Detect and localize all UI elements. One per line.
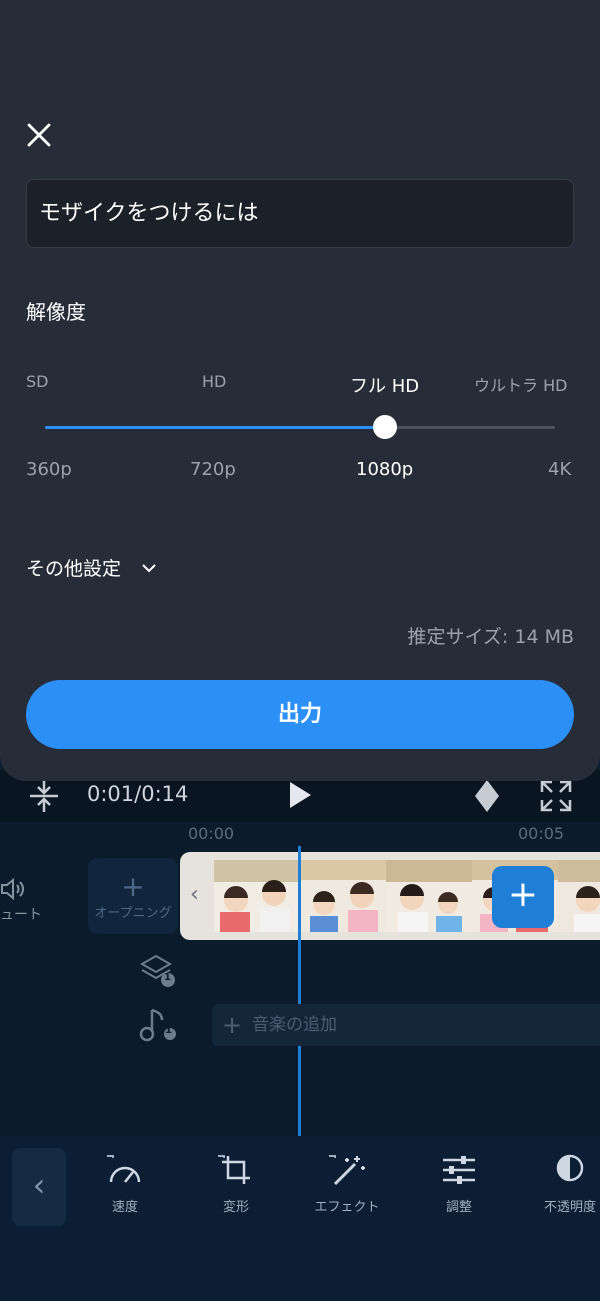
layer-count-badge: 1 <box>164 972 171 983</box>
resolution-slider-thumb[interactable] <box>373 415 397 439</box>
more-settings-toggle[interactable]: その他設定 <box>26 554 157 581</box>
mute-label: ュート <box>0 907 42 923</box>
resolution-label-720p: 720p <box>190 459 236 480</box>
layers-icon[interactable] <box>138 952 178 988</box>
resolution-label-1080p: 1080p <box>356 459 414 480</box>
ruler-mark: 00:05 <box>518 824 565 843</box>
title-input-value: モザイクをつけるには <box>39 201 259 226</box>
tool-adjust[interactable]: 調整 <box>409 1152 509 1215</box>
clip-thumbnail <box>558 860 600 932</box>
chevron-down-icon <box>142 563 156 572</box>
tool-opacity[interactable]: 不透明度 <box>520 1152 600 1215</box>
tool-label: エフェクト <box>314 1200 380 1215</box>
playback-time: 0:01/0:14 <box>87 782 189 806</box>
tool-label: 調整 <box>445 1200 472 1215</box>
tool-effect[interactable]: エフェクト <box>297 1152 397 1215</box>
ruler-mark: 00:00 <box>188 824 235 843</box>
volume-icon[interactable] <box>0 878 26 900</box>
tool-label: 不透明度 <box>543 1200 596 1215</box>
quality-option-full-hd[interactable]: フル HD <box>350 372 419 398</box>
crop-icon <box>218 1155 250 1184</box>
playhead[interactable] <box>298 846 301 1136</box>
tool-speed[interactable]: 速度 <box>75 1152 175 1215</box>
music-count-badge: 1 <box>165 1025 172 1036</box>
tool-transform[interactable]: 変形 <box>186 1152 286 1215</box>
clip-handle-icon[interactable]: ‹ <box>190 882 199 907</box>
sliders-icon <box>443 1156 475 1184</box>
estimated-size: 推定サイズ: 14 MB <box>407 626 574 648</box>
speedometer-icon <box>107 1155 141 1183</box>
keyframe-icon[interactable] <box>472 776 502 816</box>
music-placeholder: 音楽の追加 <box>252 1015 337 1035</box>
opacity-icon <box>556 1154 584 1182</box>
clip-thumbnail <box>386 860 472 932</box>
clip-thumbnail <box>300 860 386 932</box>
clip-thumbnail <box>214 860 300 932</box>
title-input[interactable]: モザイクをつけるには <box>26 179 574 248</box>
opening-label: オープニング <box>94 906 172 921</box>
add-music-button[interactable]: + 音楽の追加 <box>212 1004 600 1046</box>
split-icon[interactable] <box>28 778 60 814</box>
quality-option-sd[interactable]: SD <box>26 372 48 391</box>
resolution-label-4k: 4K <box>548 459 572 480</box>
quality-option-hd[interactable]: HD <box>202 372 226 391</box>
add-opening-button[interactable]: + オープニング <box>88 858 178 934</box>
tool-label: 速度 <box>111 1200 138 1215</box>
resolution-heading: 解像度 <box>26 300 86 324</box>
quality-option-ultra-hd[interactable]: ウルトラ HD <box>474 372 567 396</box>
resolution-slider-fill <box>45 426 385 429</box>
resolution-label-360p: 360p <box>26 459 72 480</box>
back-button[interactable]: ‹ <box>12 1148 66 1226</box>
tool-label: 変形 <box>222 1200 249 1215</box>
export-button[interactable]: 出力 <box>26 680 574 749</box>
export-button-label: 出力 <box>277 702 322 727</box>
music-note-icon[interactable] <box>138 1006 178 1044</box>
close-icon[interactable] <box>26 122 52 148</box>
more-settings-label: その他設定 <box>26 558 122 580</box>
plus-icon: + <box>222 1011 243 1039</box>
export-sheet: モザイクをつけるには 解像度 SD HD フル HD ウルトラ HD 360p … <box>0 0 600 781</box>
play-icon[interactable] <box>287 780 313 810</box>
add-clip-button[interactable]: + <box>492 866 554 928</box>
magic-wand-icon <box>329 1155 365 1186</box>
fullscreen-icon[interactable] <box>538 778 574 814</box>
plus-icon: + <box>121 870 145 903</box>
